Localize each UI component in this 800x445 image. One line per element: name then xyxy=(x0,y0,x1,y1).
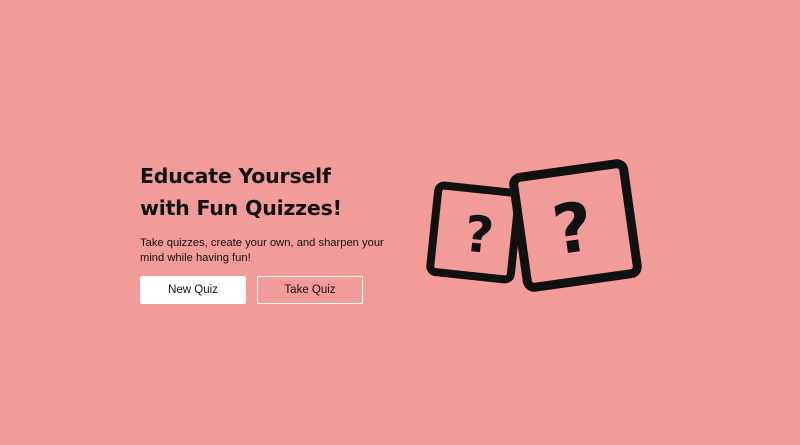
new-quiz-button[interactable]: New Quiz xyxy=(140,276,246,304)
hero-subtitle: Take quizzes, create your own, and sharp… xyxy=(140,237,384,264)
hero-title: Educate Yourself with Fun Quizzes! xyxy=(140,164,342,220)
hero-text-block: Educate Yourself with Fun Quizzes! Take … xyxy=(140,160,430,304)
back-card-question-mark: ? xyxy=(462,205,497,266)
take-quiz-button[interactable]: Take Quiz xyxy=(257,276,363,304)
back-question-card-icon: ? xyxy=(426,181,523,284)
hero-button-row: New Quiz Take Quiz xyxy=(140,276,430,304)
front-question-card-icon: ? xyxy=(509,159,642,292)
question-cards-illustration: ? ? xyxy=(426,159,642,292)
